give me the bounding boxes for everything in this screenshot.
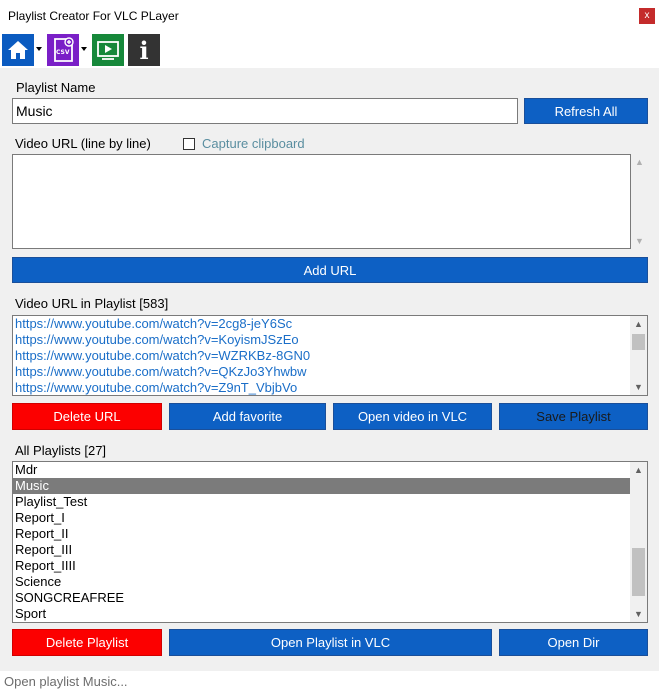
status-bar: Open playlist Music... [0, 671, 659, 692]
scroll-down-icon[interactable]: ▼ [630, 379, 647, 395]
list-item[interactable]: https://www.youtube.com/watch?v=Z9nT_Vbj… [13, 380, 630, 395]
vlc-screen-icon[interactable] [92, 34, 124, 66]
list-item-selected[interactable]: Music [13, 478, 630, 494]
toolbar: CSV i [0, 32, 659, 68]
info-icon-label: i [139, 36, 149, 65]
title-bar: Playlist Creator For VLC PLayer x [0, 0, 659, 32]
all-playlists-list[interactable]: Mdr Music Playlist_Test Report_I Report_… [12, 461, 648, 623]
scroll-thumb[interactable] [632, 334, 645, 350]
capture-clipboard-label[interactable]: Capture clipboard [202, 136, 305, 151]
status-text: Open playlist Music... [4, 674, 128, 689]
save-playlist-button[interactable]: Save Playlist [499, 403, 648, 430]
open-video-vlc-button[interactable]: Open video in VLC [333, 403, 492, 430]
add-url-button[interactable]: Add URL [12, 257, 648, 283]
video-url-textarea[interactable] [12, 154, 631, 249]
add-favorite-button[interactable]: Add favorite [169, 403, 326, 430]
main-panel: Playlist Name Music Refresh All Video UR… [0, 68, 659, 671]
scroll-up-icon[interactable]: ▲ [631, 154, 648, 170]
list-item[interactable]: Report_II [13, 526, 630, 542]
all-playlists-scrollbar[interactable]: ▲ ▼ [630, 462, 647, 622]
info-icon[interactable]: i [128, 34, 160, 66]
window-title: Playlist Creator For VLC PLayer [8, 9, 179, 23]
list-item[interactable]: SONGCREAFREE [13, 590, 630, 606]
delete-playlist-button[interactable]: Delete Playlist [12, 629, 162, 656]
open-dir-button[interactable]: Open Dir [499, 629, 648, 656]
list-item[interactable]: https://www.youtube.com/watch?v=QKzJo3Yh… [13, 364, 630, 380]
home-icon[interactable] [2, 34, 34, 66]
playlist-urls-label: Video URL in Playlist [583] [15, 296, 169, 311]
list-item[interactable]: Mdr [13, 462, 630, 478]
scroll-up-icon[interactable]: ▲ [630, 316, 647, 332]
csv-icon[interactable]: CSV [47, 34, 79, 66]
list-item[interactable]: https://www.youtube.com/watch?v=2cg8-jeY… [13, 316, 630, 332]
list-item[interactable]: Report_IIII [13, 558, 630, 574]
scroll-thumb[interactable] [632, 548, 645, 596]
refresh-all-button[interactable]: Refresh All [524, 98, 648, 124]
list-item[interactable]: Sport [13, 606, 630, 622]
scroll-down-icon[interactable]: ▼ [630, 606, 647, 622]
playlist-name-input[interactable]: Music [12, 98, 518, 124]
csv-icon-label: CSV [56, 49, 70, 56]
list-item[interactable]: https://www.youtube.com/watch?v=WZRKBz-8… [13, 348, 630, 364]
list-item[interactable]: Science [13, 574, 630, 590]
scroll-down-icon[interactable]: ▼ [631, 233, 648, 249]
home-dropdown-arrow-icon[interactable] [36, 47, 42, 51]
video-url-scrollbar[interactable]: ▲ ▼ [631, 154, 648, 249]
list-item[interactable]: Report_III [13, 542, 630, 558]
list-item[interactable]: Playlist_Test [13, 494, 630, 510]
video-url-label: Video URL (line by line) [15, 136, 151, 151]
capture-clipboard-checkbox[interactable] [183, 138, 195, 150]
list-item[interactable]: https://www.youtube.com/watch?v=KoyismJS… [13, 332, 630, 348]
all-playlists-label: All Playlists [27] [15, 443, 107, 458]
delete-url-button[interactable]: Delete URL [12, 403, 162, 430]
playlist-urls-list[interactable]: https://www.youtube.com/watch?v=2cg8-jeY… [12, 315, 648, 396]
csv-dropdown-arrow-icon[interactable] [81, 47, 87, 51]
close-button[interactable]: x [639, 8, 655, 24]
playlist-name-label: Playlist Name [16, 80, 96, 95]
scroll-up-icon[interactable]: ▲ [630, 462, 647, 478]
list-item[interactable]: Report_I [13, 510, 630, 526]
playlist-urls-scrollbar[interactable]: ▲ ▼ [630, 316, 647, 395]
open-playlist-vlc-button[interactable]: Open Playlist in VLC [169, 629, 492, 656]
